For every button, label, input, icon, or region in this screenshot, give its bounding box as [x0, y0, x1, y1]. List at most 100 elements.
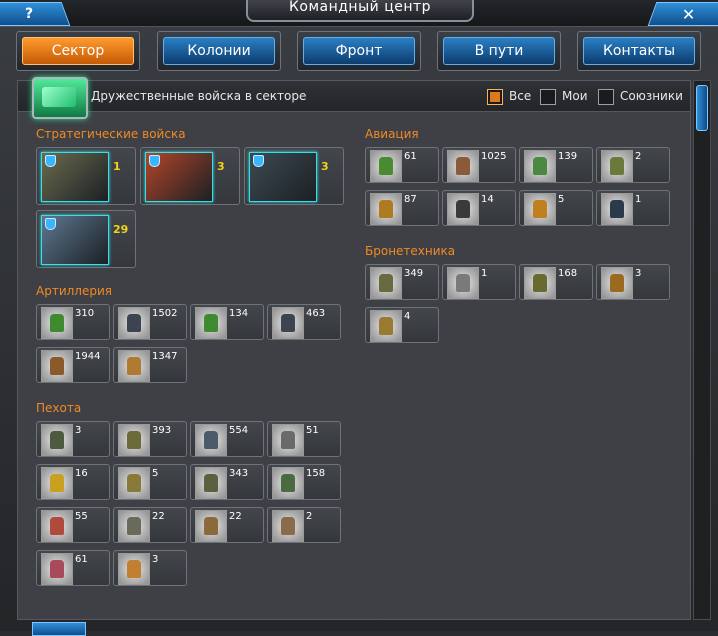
unit-icon — [118, 553, 150, 585]
unit-icon — [41, 424, 73, 456]
unit-count: 168 — [558, 268, 578, 279]
unit-card[interactable]: 22 — [190, 507, 264, 543]
unit-icon — [447, 150, 479, 182]
unit-card[interactable]: 14 — [442, 190, 516, 226]
filter-all-checkbox[interactable] — [487, 89, 503, 105]
unit-count: 51 — [306, 425, 319, 436]
unit-card[interactable]: 51 — [267, 421, 341, 457]
gem-core — [42, 87, 76, 107]
unit-card[interactable]: 2 — [267, 507, 341, 543]
unit-card[interactable]: 87 — [365, 190, 439, 226]
close-icon: ✕ — [682, 4, 696, 24]
unit-figure — [281, 314, 295, 332]
unit-icon — [118, 350, 150, 382]
tab-in-transit[interactable]: В пути — [437, 31, 561, 71]
unit-card[interactable]: 55 — [36, 507, 110, 543]
unit-count: 3 — [321, 160, 329, 173]
unit-card[interactable]: 1944 — [36, 347, 110, 383]
unit-card[interactable]: 1502 — [113, 304, 187, 340]
unit-figure — [456, 157, 470, 175]
filter-title: Дружественные войска в секторе — [91, 89, 307, 103]
unit-count: 310 — [75, 308, 95, 319]
unit-figure — [533, 274, 547, 292]
unit-card[interactable]: 61 — [36, 550, 110, 586]
main-tabs: Сектор Колонии Фронт В пути Контакты — [16, 31, 701, 71]
unit-card[interactable]: 1 — [442, 264, 516, 300]
strategic-unit-icon — [249, 152, 317, 202]
panel-scrollbar[interactable] — [693, 80, 711, 620]
unit-count: 158 — [306, 468, 326, 479]
unit-figure — [50, 517, 64, 535]
unit-count: 1944 — [75, 351, 101, 362]
unit-card[interactable]: 3 — [596, 264, 670, 300]
unit-count: 3 — [217, 160, 225, 173]
unit-count: 3 — [635, 268, 642, 279]
unit-card[interactable]: 463 — [267, 304, 341, 340]
shield-icon — [45, 218, 56, 230]
unit-card[interactable]: 2 — [596, 147, 670, 183]
unit-figure — [204, 431, 218, 449]
group-title-strategic: Стратегические войска — [36, 127, 186, 141]
strategic-unit-card[interactable]: 29 — [36, 210, 136, 268]
shield-icon — [45, 155, 56, 167]
strategic-unit-card[interactable]: 3 — [140, 147, 240, 205]
strategic-unit-card[interactable]: 3 — [244, 147, 344, 205]
help-button[interactable]: ? — [0, 2, 71, 26]
unit-count: 55 — [75, 511, 88, 522]
close-button[interactable]: ✕ — [647, 2, 718, 26]
unit-card[interactable]: 139 — [519, 147, 593, 183]
unit-icon — [601, 267, 633, 299]
tab-label: Колонии — [163, 37, 275, 65]
unit-card[interactable]: 343 — [190, 464, 264, 500]
unit-card[interactable]: 1347 — [113, 347, 187, 383]
unit-card[interactable]: 61 — [365, 147, 439, 183]
unit-card[interactable]: 168 — [519, 264, 593, 300]
unit-card[interactable]: 1025 — [442, 147, 516, 183]
group-title-armor: Бронетехника — [365, 244, 456, 258]
filter-mine-checkbox[interactable] — [540, 89, 556, 105]
unit-count: 139 — [558, 151, 578, 162]
unit-card[interactable]: 393 — [113, 421, 187, 457]
unit-card[interactable]: 5 — [519, 190, 593, 226]
filter-allies-checkbox[interactable] — [598, 89, 614, 105]
unit-card[interactable]: 158 — [267, 464, 341, 500]
unit-figure — [379, 317, 393, 335]
unit-card[interactable]: 3 — [113, 550, 187, 586]
unit-count: 5 — [152, 468, 159, 479]
unit-figure — [50, 357, 64, 375]
tab-contacts[interactable]: Контакты — [577, 31, 701, 71]
unit-card[interactable]: 3 — [36, 421, 110, 457]
unit-count: 554 — [229, 425, 249, 436]
sector-troops-panel: Дружественные войска в секторе Все Мои С… — [17, 77, 691, 620]
tab-colonies[interactable]: Колонии — [157, 31, 281, 71]
unit-icon — [272, 307, 304, 339]
unit-count: 3 — [152, 554, 159, 565]
tab-front[interactable]: Фронт — [297, 31, 421, 71]
unit-count: 349 — [404, 268, 424, 279]
bottom-edge-button[interactable] — [32, 622, 86, 636]
unit-card[interactable]: 349 — [365, 264, 439, 300]
unit-icon — [195, 467, 227, 499]
unit-figure — [281, 431, 295, 449]
unit-figure — [127, 357, 141, 375]
unit-icon — [118, 307, 150, 339]
unit-figure — [533, 157, 547, 175]
unit-card[interactable]: 554 — [190, 421, 264, 457]
unit-count: 1 — [481, 268, 488, 279]
unit-card[interactable]: 4 — [365, 307, 439, 343]
unit-figure — [204, 517, 218, 535]
tab-sector[interactable]: Сектор — [16, 31, 140, 71]
unit-count: 29 — [113, 223, 129, 236]
unit-icon — [272, 510, 304, 542]
unit-card[interactable]: 22 — [113, 507, 187, 543]
unit-card[interactable]: 310 — [36, 304, 110, 340]
strategic-unit-card[interactable]: 1 — [36, 147, 136, 205]
scrollbar-thumb[interactable] — [696, 85, 708, 131]
unit-icon — [447, 267, 479, 299]
unit-card[interactable]: 134 — [190, 304, 264, 340]
unit-card[interactable]: 16 — [36, 464, 110, 500]
unit-icon — [601, 193, 633, 225]
unit-card[interactable]: 5 — [113, 464, 187, 500]
unit-card[interactable]: 1 — [596, 190, 670, 226]
window-title: Командный центр — [246, 0, 474, 22]
